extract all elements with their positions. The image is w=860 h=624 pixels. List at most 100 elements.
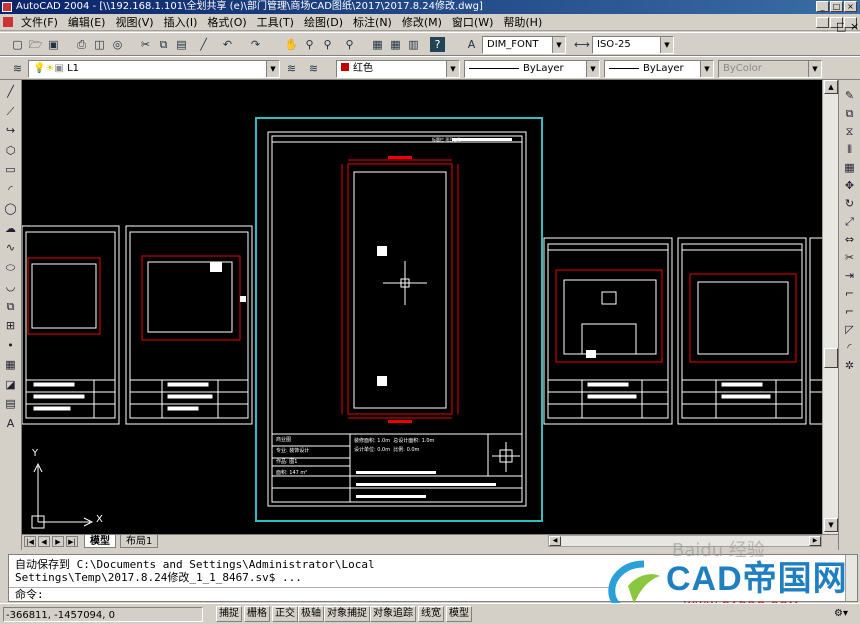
line-icon[interactable]: ╱ xyxy=(3,84,18,99)
scroll-thumb[interactable] xyxy=(824,348,838,368)
drawing-canvas[interactable]: Y X 商业图 专业: 装饰设计 作品: 图1 面积: 147 m² 装修面积:… xyxy=(22,80,822,534)
command-prompt[interactable]: 命令: xyxy=(9,587,609,601)
zoom-window-icon[interactable]: ⚲ xyxy=(320,37,335,52)
toggle-ortho[interactable]: 正交 xyxy=(272,606,298,622)
menu-tools[interactable]: 工具(T) xyxy=(252,14,299,31)
chamfer-icon[interactable]: ◸ xyxy=(842,322,857,337)
toolpalette-icon[interactable]: ▥ xyxy=(406,37,421,52)
menu-dimension[interactable]: 标注(N) xyxy=(348,14,397,31)
table-icon[interactable]: ▤ xyxy=(3,396,18,411)
menu-modify[interactable]: 修改(M) xyxy=(397,14,447,31)
offset-icon[interactable]: ⫴ xyxy=(842,142,857,157)
arc-icon[interactable]: ◜ xyxy=(3,182,18,197)
move-icon[interactable]: ✥ xyxy=(842,178,857,193)
menu-edit[interactable]: 编辑(E) xyxy=(63,14,111,31)
text-style-select[interactable]: DIM_FONT ▼ xyxy=(482,36,566,54)
toggle-model[interactable]: 模型 xyxy=(446,606,472,622)
zoom-previous-icon[interactable]: ⚲ xyxy=(342,37,357,52)
erase-icon[interactable]: ✎ xyxy=(842,88,857,103)
menu-insert[interactable]: 插入(I) xyxy=(159,14,203,31)
publish-icon[interactable]: ◎ xyxy=(110,37,125,52)
ellipse-arc-icon[interactable]: ◡ xyxy=(3,279,18,294)
chevron-down-icon[interactable]: ▼ xyxy=(700,61,713,77)
chevron-down-icon[interactable]: ▼ xyxy=(552,37,565,53)
doc-restore-button[interactable]: □ xyxy=(830,17,846,33)
scroll-down-icon[interactable]: ▼ xyxy=(824,518,838,532)
menu-view[interactable]: 视图(V) xyxy=(110,14,158,31)
copy-object-icon[interactable]: ⧉ xyxy=(842,106,857,121)
break-at-point-icon[interactable]: ⌐ xyxy=(842,286,857,301)
minimize-button[interactable]: _ xyxy=(816,1,829,12)
layer-manager-icon[interactable]: ≋ xyxy=(10,61,25,76)
make-block-icon[interactable]: ⊞ xyxy=(3,318,18,333)
designcenter-icon[interactable]: ▦ xyxy=(388,37,403,52)
rotate-icon[interactable]: ↻ xyxy=(842,196,857,211)
prev-tab-icon[interactable]: ◀ xyxy=(38,536,50,547)
document-icon[interactable] xyxy=(3,17,13,27)
point-icon[interactable]: • xyxy=(3,338,18,353)
toggle-grid[interactable]: 栅格 xyxy=(244,606,270,622)
toggle-lineweight[interactable]: 线宽 xyxy=(418,606,444,622)
explode-icon[interactable]: ✲ xyxy=(842,358,857,373)
undo-icon[interactable]: ↶ xyxy=(220,37,235,52)
spline-icon[interactable]: ∿ xyxy=(3,240,18,255)
properties-icon[interactable]: ▦ xyxy=(370,37,385,52)
toggle-otrack[interactable]: 对象追踪 xyxy=(370,606,416,622)
last-tab-icon[interactable]: ▶| xyxy=(66,536,78,547)
new-icon[interactable]: ▢ xyxy=(10,37,25,52)
autocad-app-icon[interactable] xyxy=(2,2,12,12)
save-icon[interactable]: ▣ xyxy=(46,37,61,52)
redo-icon[interactable]: ↷ xyxy=(248,37,263,52)
doc-close-button[interactable]: × xyxy=(844,17,859,33)
chevron-down-icon[interactable]: ▼ xyxy=(586,61,599,77)
scroll-left-icon[interactable]: ◀ xyxy=(549,536,561,546)
linetype-select[interactable]: ByLayer ▼ xyxy=(464,60,600,78)
rectangle-icon[interactable]: ▭ xyxy=(3,162,18,177)
lineweight-select[interactable]: ByLayer ▼ xyxy=(604,60,714,78)
close-button[interactable]: × xyxy=(844,1,857,12)
mirror-icon[interactable]: ⧖ xyxy=(842,124,857,139)
matchprop-icon[interactable]: ╱ xyxy=(196,37,211,52)
scale-icon[interactable]: ⤢ xyxy=(842,214,857,229)
pan-icon[interactable]: ✋ xyxy=(284,37,299,52)
chevron-down-icon[interactable]: ▼ xyxy=(660,37,673,53)
toggle-snap[interactable]: 捕捉 xyxy=(216,606,242,622)
cut-icon[interactable]: ✂ xyxy=(138,37,153,52)
ellipse-icon[interactable]: ⬭ xyxy=(3,260,18,275)
stretch-icon[interactable]: ⇔ xyxy=(842,232,857,247)
circle-icon[interactable]: ◯ xyxy=(3,201,18,216)
menu-window[interactable]: 窗口(W) xyxy=(447,14,498,31)
menu-format[interactable]: 格式(O) xyxy=(202,14,251,31)
next-tab-icon[interactable]: ▶ xyxy=(52,536,64,547)
tray-settings-icon[interactable]: ⚙▾ xyxy=(826,606,856,622)
scroll-up-icon[interactable]: ▲ xyxy=(824,80,838,94)
revcloud-icon[interactable]: ☁ xyxy=(3,221,18,236)
fillet-icon[interactable]: ◜ xyxy=(842,340,857,355)
layer-select[interactable]: 💡☀▣ L1 ▼ xyxy=(28,60,280,78)
zoom-realtime-icon[interactable]: ⚲ xyxy=(302,37,317,52)
construction-line-icon[interactable]: ⟋ xyxy=(3,104,18,119)
trim-icon[interactable]: ✂ xyxy=(842,250,857,265)
polygon-icon[interactable]: ⬡ xyxy=(3,143,18,158)
menu-draw[interactable]: 绘图(D) xyxy=(299,14,348,31)
preview-icon[interactable]: ◫ xyxy=(92,37,107,52)
polyline-icon[interactable]: ↪ xyxy=(3,123,18,138)
layer-previous-icon[interactable]: ≋ xyxy=(306,61,321,76)
extend-icon[interactable]: ⇥ xyxy=(842,268,857,283)
mtext-icon[interactable]: A xyxy=(3,416,18,431)
hatch-icon[interactable]: ▦ xyxy=(3,357,18,372)
toggle-osnap[interactable]: 对象捕捉 xyxy=(324,606,370,622)
vertical-scrollbar[interactable]: ▲ ▼ xyxy=(822,80,838,534)
color-select[interactable]: 红色 ▼ xyxy=(336,60,460,78)
doc-minimize-button[interactable]: _ xyxy=(816,17,829,33)
tab-layout1[interactable]: 布局1 xyxy=(120,535,159,548)
paste-icon[interactable]: ▤ xyxy=(174,37,189,52)
array-icon[interactable]: ▦ xyxy=(842,160,857,175)
maximize-button[interactable]: □ xyxy=(830,1,843,12)
toggle-polar[interactable]: 极轴 xyxy=(298,606,324,622)
copy-icon[interactable]: ⧉ xyxy=(156,37,171,52)
chevron-down-icon[interactable]: ▼ xyxy=(446,61,459,77)
dim-style-select[interactable]: ISO-25 ▼ xyxy=(592,36,674,54)
make-layer-current-icon[interactable]: ≋ xyxy=(284,61,299,76)
menu-help[interactable]: 帮助(H) xyxy=(498,14,547,31)
